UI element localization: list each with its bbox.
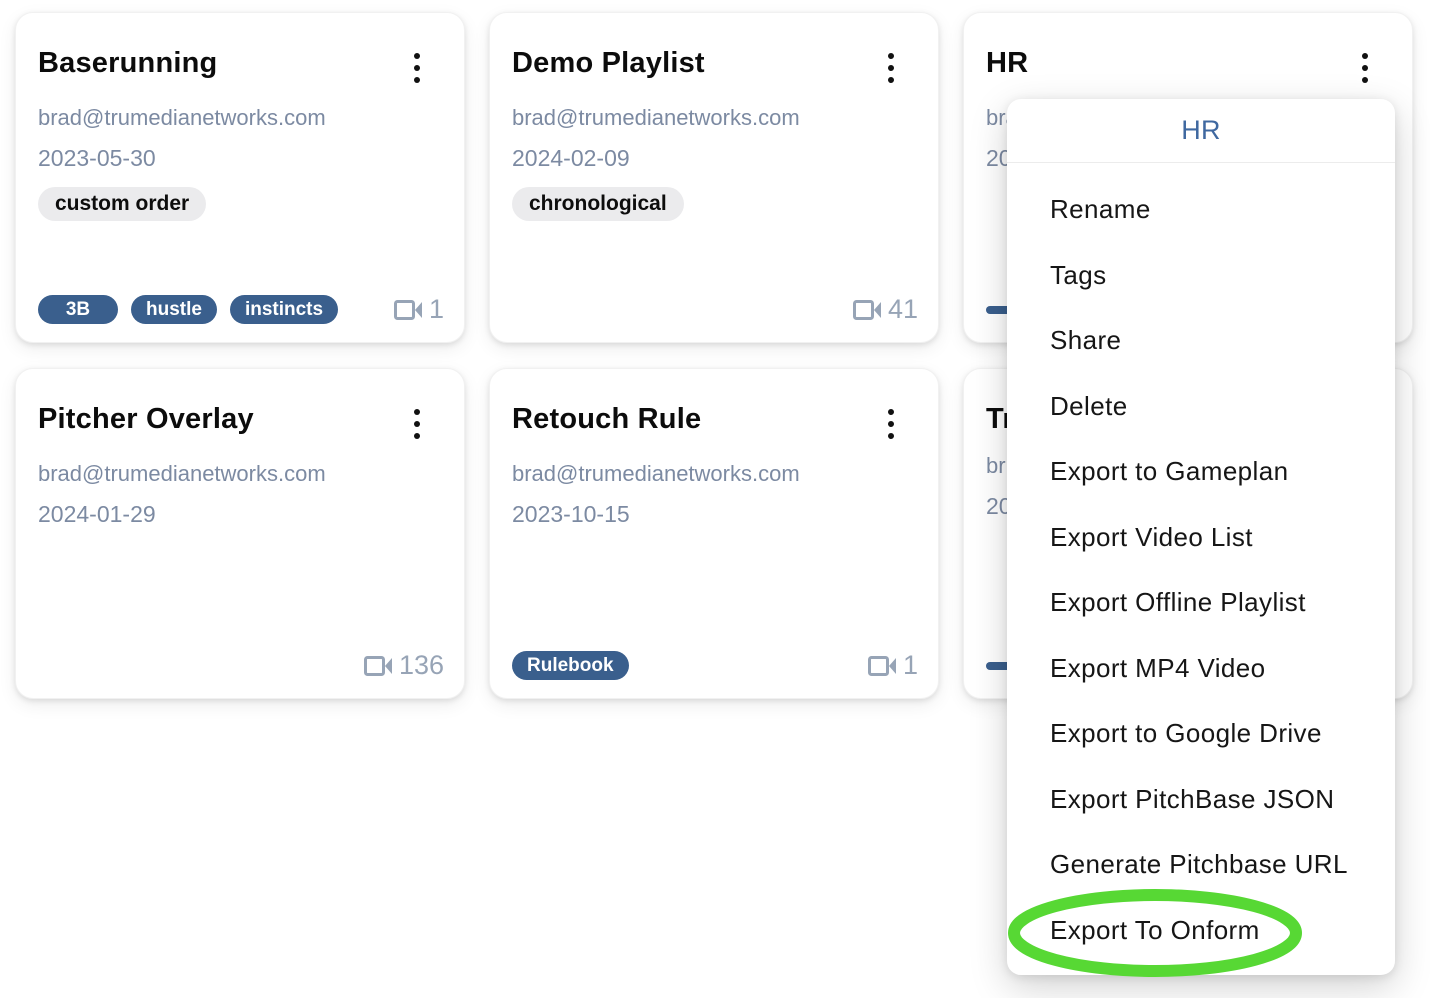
playlist-title: HR	[986, 45, 1028, 81]
video-count-value: 1	[429, 294, 444, 325]
context-menu-items: Rename Tags Share Delete Export to Gamep…	[1007, 163, 1395, 963]
kebab-menu-icon[interactable]	[880, 47, 902, 89]
video-count: 1	[394, 294, 444, 325]
menu-item-export-pitchbase-json[interactable]: Export PitchBase JSON	[1007, 767, 1395, 833]
video-camera-icon	[853, 299, 883, 321]
playlist-date: 2023-10-15	[512, 501, 902, 527]
context-menu-title: HR	[1007, 99, 1395, 163]
menu-item-export-mp4-video[interactable]: Export MP4 Video	[1007, 636, 1395, 702]
playlist-owner: brad@trumedianetworks.com	[512, 461, 902, 487]
tag-list: 3B hustle instincts	[38, 295, 338, 324]
playlist-owner: brad@trumedianetworks.com	[38, 105, 428, 131]
tag-pill: 3B	[38, 295, 118, 324]
tag-pill: instincts	[230, 295, 338, 324]
playlist-date: 2024-01-29	[38, 501, 428, 527]
menu-item-export-to-onform[interactable]: Export To Onform	[1007, 898, 1395, 964]
playlist-title: Demo Playlist	[512, 45, 705, 81]
video-camera-icon	[868, 655, 898, 677]
tag-list: Rulebook	[512, 651, 629, 680]
menu-item-delete[interactable]: Delete	[1007, 374, 1395, 440]
video-camera-icon	[364, 655, 394, 677]
menu-item-tags[interactable]: Tags	[1007, 243, 1395, 309]
video-count-value: 41	[888, 294, 918, 325]
kebab-menu-icon[interactable]	[1354, 47, 1376, 89]
playlist-card-baserunning[interactable]: Baserunning brad@trumedianetworks.com 20…	[15, 12, 465, 343]
menu-item-export-to-gameplan[interactable]: Export to Gameplan	[1007, 439, 1395, 505]
kebab-menu-icon[interactable]	[880, 403, 902, 445]
kebab-menu-icon[interactable]	[406, 47, 428, 89]
kebab-menu-icon[interactable]	[406, 403, 428, 445]
menu-item-export-video-list[interactable]: Export Video List	[1007, 505, 1395, 571]
menu-item-share[interactable]: Share	[1007, 308, 1395, 374]
playlist-card-retouch-rule[interactable]: Retouch Rule brad@trumedianetworks.com 2…	[489, 368, 939, 699]
playlist-card-pitcher-overlay[interactable]: Pitcher Overlay brad@trumedianetworks.co…	[15, 368, 465, 699]
video-count: 41	[853, 294, 918, 325]
video-count-value: 1	[903, 650, 918, 681]
tag-pill: Rulebook	[512, 651, 629, 680]
playlist-date: 2024-02-09	[512, 145, 902, 171]
sort-order-badge: custom order	[38, 187, 206, 221]
playlist-owner: brad@trumedianetworks.com	[512, 105, 902, 131]
playlist-date: 2023-05-30	[38, 145, 428, 171]
menu-item-export-offline-playlist[interactable]: Export Offline Playlist	[1007, 570, 1395, 636]
video-camera-icon	[394, 299, 424, 321]
playlist-card-demo-playlist[interactable]: Demo Playlist brad@trumedianetworks.com …	[489, 12, 939, 343]
playlist-owner: brad@trumedianetworks.com	[38, 461, 428, 487]
video-count: 1	[868, 650, 918, 681]
sort-order-badge: chronological	[512, 187, 684, 221]
playlist-title: Baserunning	[38, 45, 217, 81]
menu-item-rename[interactable]: Rename	[1007, 177, 1395, 243]
playlist-context-menu: HR Rename Tags Share Delete Export to Ga…	[1007, 99, 1395, 975]
video-count: 136	[364, 650, 444, 681]
menu-item-generate-pitchbase-url[interactable]: Generate Pitchbase URL	[1007, 832, 1395, 898]
menu-item-export-to-google-drive[interactable]: Export to Google Drive	[1007, 701, 1395, 767]
playlist-title: Pitcher Overlay	[38, 401, 254, 437]
tag-pill: hustle	[131, 295, 217, 324]
video-count-value: 136	[399, 650, 444, 681]
playlist-title: Retouch Rule	[512, 401, 701, 437]
